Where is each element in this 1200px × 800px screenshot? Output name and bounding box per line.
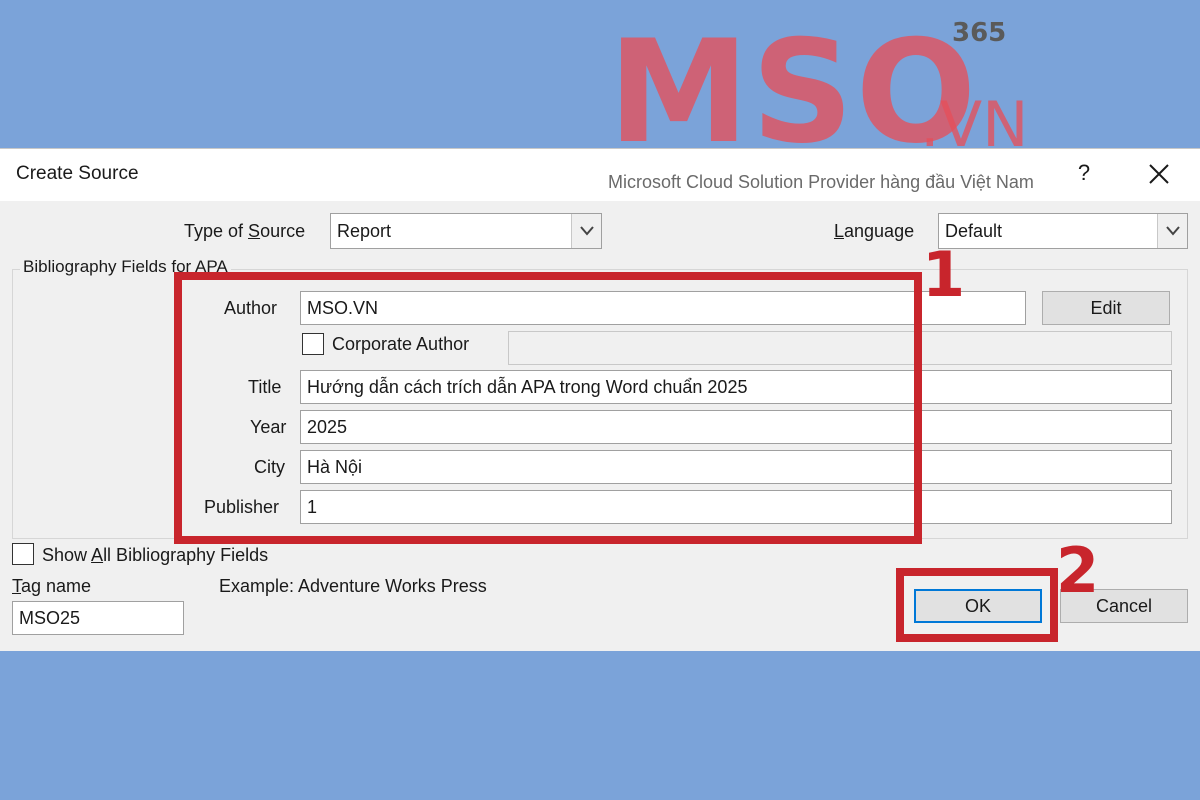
tag-name-label: Tag name xyxy=(12,576,92,596)
annotation-box-fields xyxy=(174,272,922,544)
example-text: Example: Adventure Works Press xyxy=(219,576,487,596)
tag-name-input[interactable]: MSO25 xyxy=(12,601,184,635)
chevron-down-icon[interactable] xyxy=(571,214,601,248)
help-icon[interactable]: ? xyxy=(1072,159,1096,187)
logo-superscript: 365 xyxy=(952,18,1007,48)
edit-button[interactable]: Edit xyxy=(1042,291,1170,325)
title-bar: Create Source ? xyxy=(0,149,1200,201)
show-all-fields-label: Show All Bibliography Fields xyxy=(42,545,269,565)
type-of-source-select[interactable]: Report xyxy=(330,213,602,249)
annotation-box-ok xyxy=(896,568,1058,642)
chevron-down-icon[interactable] xyxy=(1157,214,1187,248)
close-icon[interactable] xyxy=(1144,159,1174,189)
annotation-step-1: 1 xyxy=(922,238,966,311)
language-select[interactable]: Default xyxy=(938,213,1188,249)
show-all-fields-checkbox[interactable] xyxy=(12,543,34,565)
language-label: Language xyxy=(834,221,915,241)
dialog-title: Create Source xyxy=(16,163,139,184)
type-of-source-label: Type of Source xyxy=(184,221,306,241)
type-of-source-value: Report xyxy=(337,221,392,241)
annotation-step-2: 2 xyxy=(1056,534,1100,607)
logo-brand: MSO xyxy=(608,10,979,175)
